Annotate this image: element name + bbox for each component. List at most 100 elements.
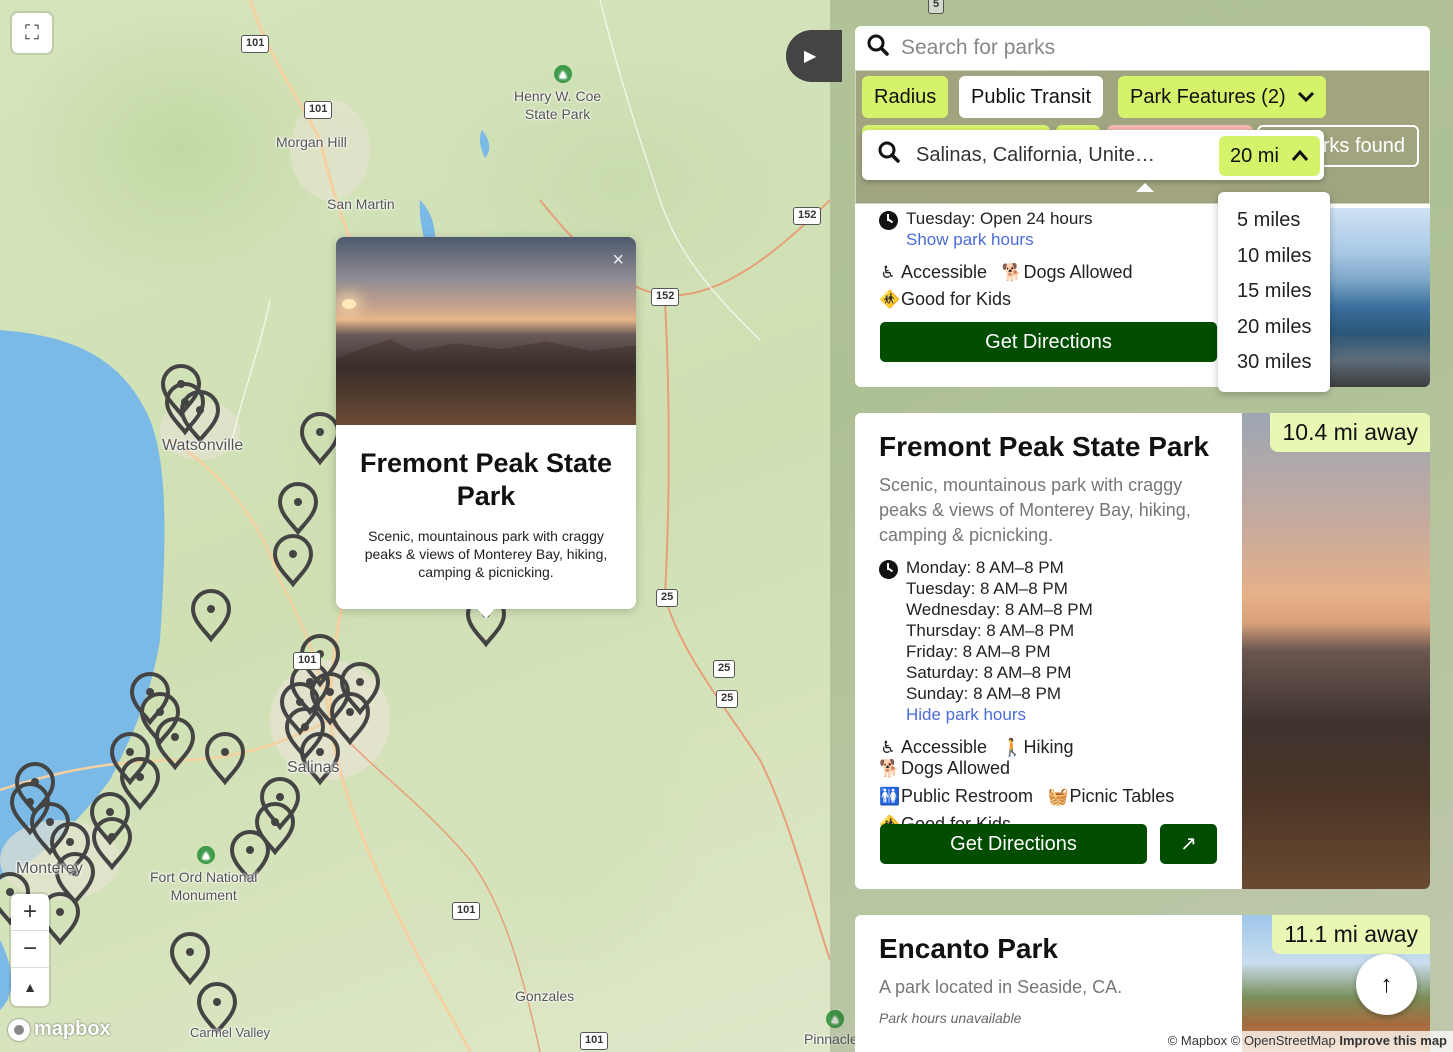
label-gonzales: Gonzales — [515, 988, 575, 1004]
radius-option[interactable]: 5 miles — [1218, 206, 1330, 242]
accessible-icon: ♿ — [880, 737, 896, 757]
park-features-label: Park Features (2) — [1130, 86, 1286, 108]
zoom-out-button[interactable]: − — [11, 931, 49, 968]
radius-option[interactable]: 15 miles — [1218, 277, 1330, 313]
arrow-up-icon: ↑ — [1380, 970, 1393, 998]
park-marker[interactable] — [119, 757, 161, 811]
restroom-icon: 🚻 — [879, 786, 901, 806]
compass-button[interactable]: ▲ — [11, 968, 49, 1005]
hours-line: Sunday: 8 AM–8 PM — [906, 684, 1061, 703]
dog-icon: 🐕 — [1001, 262, 1023, 282]
park-icon: ▲ — [197, 846, 215, 864]
get-directions-button[interactable]: Get Directions — [880, 322, 1217, 362]
feature-restroom: 🚻 Public Restroom — [879, 786, 1034, 806]
hiking-icon: 🚶 — [1001, 737, 1023, 757]
improve-map-link[interactable]: Improve this map — [1339, 1033, 1447, 1048]
map-attribution: © Mapbox © OpenStreetMap Improve this ma… — [1161, 1031, 1453, 1052]
radius-option[interactable]: 20 miles — [1218, 313, 1330, 349]
label-carmel-valley: Carmel Valley — [190, 1025, 270, 1040]
feature-hiking: 🚶 Hiking — [1001, 737, 1074, 757]
highway-shield: 25 — [716, 690, 739, 708]
dropdown-caret — [1136, 183, 1154, 192]
mapbox-logo-icon — [8, 1018, 30, 1041]
feature-kids: 🚸Good for Kids — [879, 289, 1012, 309]
search-icon — [862, 141, 916, 169]
label-morgan-hill: Morgan Hill — [276, 134, 347, 150]
park-marker[interactable] — [169, 932, 211, 986]
park-card-description: A park located in Seaside, CA. — [879, 977, 1123, 997]
highway-shield: 101 — [452, 902, 481, 920]
get-directions-button[interactable]: Get Directions — [880, 824, 1147, 864]
hours-unavailable: Park hours unavailable — [879, 1010, 1022, 1026]
radius-select[interactable]: 20 mi — [1219, 136, 1320, 176]
feature-picnic: 🧺 Picnic Tables — [1047, 786, 1175, 806]
collapse-sidebar-button[interactable]: ▶ — [786, 30, 842, 82]
feature-dogs: 🐕 Dogs Allowed — [879, 758, 1011, 778]
highway-shield: 152 — [651, 288, 680, 306]
dog-icon: 🐕 — [879, 758, 901, 778]
radius-selected-value: 20 mi — [1230, 145, 1279, 167]
park-popup: × Fremont Peak State Park Scenic, mounta… — [336, 237, 636, 609]
highway-shield: 101 — [241, 35, 270, 53]
park-marker[interactable] — [190, 589, 232, 643]
popup-tip — [476, 607, 496, 619]
park-card-image — [1242, 413, 1430, 889]
label-fort-ord: Fort Ord National Monument — [150, 869, 258, 903]
popup-title: Fremont Peak State Park — [359, 448, 613, 511]
zoom-controls: + − ▲ — [11, 894, 49, 1006]
highway-shield: 101 — [304, 101, 333, 119]
feature-accessible: ♿ Accessible — [880, 737, 988, 757]
highway-shield: 101 — [580, 1032, 609, 1050]
clock-icon — [879, 211, 898, 230]
accessible-icon: ♿ — [880, 262, 896, 282]
picnic-basket-icon: 🧺 — [1047, 786, 1069, 806]
external-link-icon: ↗ — [1180, 833, 1197, 855]
clock-icon — [879, 560, 898, 579]
hours-line: Tuesday: 8 AM–8 PM — [906, 579, 1068, 598]
hours-line: Thursday: 8 AM–8 PM — [906, 621, 1075, 640]
hours-line: Saturday: 8 AM–8 PM — [906, 663, 1072, 682]
distance-badge: 11.1 mi away — [1272, 915, 1430, 954]
hide-hours-link[interactable]: Hide park hours — [906, 705, 1026, 724]
park-marker[interactable] — [272, 534, 314, 588]
feature-accessible: ♿ Accessible — [880, 262, 988, 282]
label-san-martin: San Martin — [327, 196, 395, 212]
park-icon: ▲ — [554, 65, 572, 83]
radius-option[interactable]: 10 miles — [1218, 242, 1330, 278]
public-transit-chip[interactable]: Public Transit — [959, 76, 1104, 118]
park-hours: Tuesday: Open 24 hours Show park hours — [879, 208, 1219, 250]
park-marker[interactable] — [204, 732, 246, 786]
search-input[interactable] — [899, 35, 1379, 61]
show-hours-link[interactable]: Show park hours — [906, 230, 1034, 249]
park-features-chip[interactable]: Park Features (2) — [1118, 76, 1326, 118]
search-bar — [855, 26, 1430, 70]
hours-line: Friday: 8 AM–8 PM — [906, 642, 1051, 661]
park-marker[interactable] — [254, 802, 296, 856]
radius-dropdown: 5 miles 10 miles 15 miles 20 miles 30 mi… — [1218, 192, 1330, 392]
mapbox-logo[interactable]: mapbox — [8, 1018, 111, 1041]
label-salinas: Salinas — [287, 759, 340, 776]
fullscreen-button[interactable]: ⛶ — [12, 13, 52, 53]
child-icon: 🚸 — [879, 289, 901, 309]
external-link-button[interactable]: ↗ — [1160, 824, 1217, 864]
radius-filter-chip[interactable]: Radius — [862, 76, 949, 118]
park-marker[interactable] — [91, 817, 133, 871]
scroll-to-top-button[interactable]: ↑ — [1356, 954, 1417, 1015]
label-watsonville: Watsonville — [162, 437, 244, 454]
zoom-in-button[interactable]: + — [11, 894, 49, 931]
chevron-up-icon — [1290, 136, 1310, 190]
park-hours: Monday: 8 AM–8 PM Tuesday: 8 AM–8 PM Wed… — [879, 557, 1219, 725]
attribution-text: © Mapbox © OpenStreetMap — [1167, 1033, 1336, 1048]
close-icon[interactable]: × — [612, 249, 624, 272]
park-marker[interactable] — [277, 482, 319, 536]
mapbox-logo-text: mapbox — [34, 1018, 111, 1040]
hours-line: Wednesday: 8 AM–8 PM — [906, 600, 1093, 619]
park-card-title: Fremont Peak State Park — [879, 431, 1209, 462]
radius-option[interactable]: 30 miles — [1218, 348, 1330, 384]
park-card-title: Encanto Park — [879, 933, 1058, 964]
park-marker[interactable] — [299, 412, 341, 466]
hours-line: Tuesday: Open 24 hours — [906, 209, 1093, 228]
popup-description: Scenic, mountainous park with craggy pea… — [364, 528, 608, 580]
search-icon — [867, 34, 899, 62]
park-card: Tuesday: Open 24 hours Show park hours ♿… — [855, 204, 1430, 387]
